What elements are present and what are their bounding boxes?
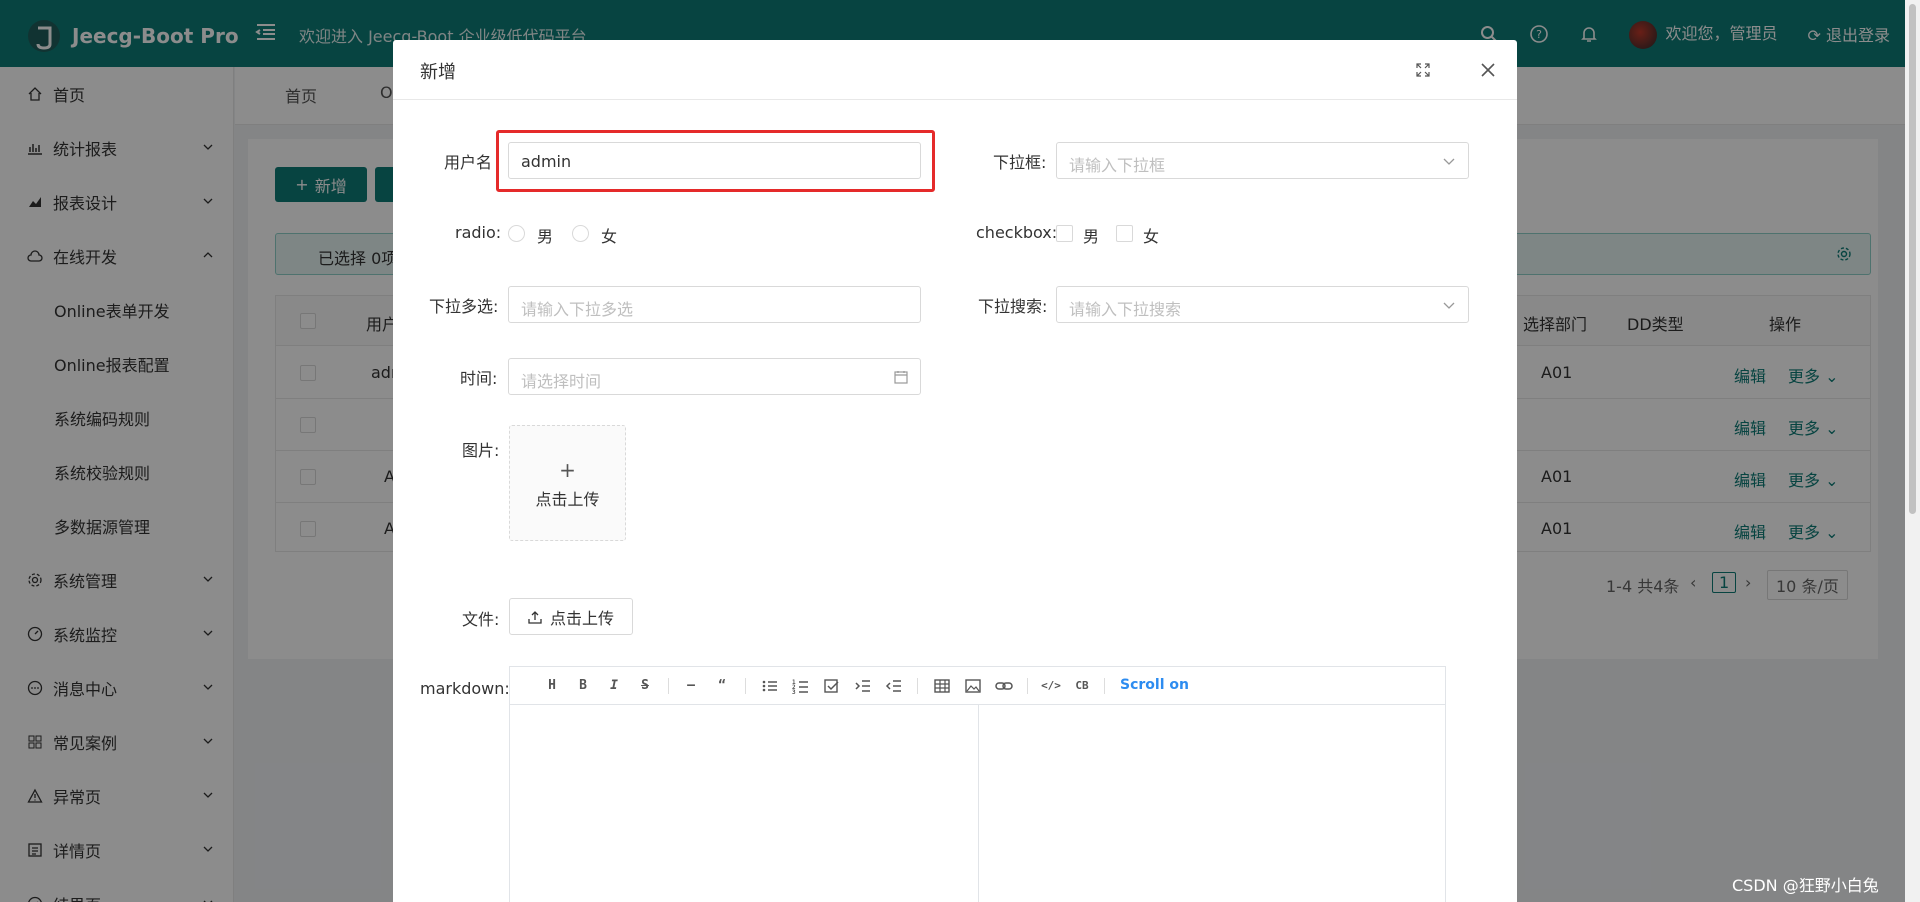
search-select-dropdown[interactable]: 请输入下拉搜索 [1056,286,1469,323]
watermark: CSDN @狂野小白兔 [1732,876,1879,895]
scroll-sync-toggle[interactable]: Scroll on [1120,677,1189,693]
checkbox-male[interactable] [1056,225,1073,242]
toolbar-divider [917,678,918,694]
modal-header: 新增 [393,40,1517,100]
radio-female-label[interactable]: 女 [601,223,617,247]
time-label: 时间: [460,369,498,388]
fullscreen-icon[interactable] [1415,62,1431,78]
markdown-toolbar: H B I S — “ 123 </> CB Scroll on [510,667,1445,705]
markdown-preview-pane [979,705,1445,902]
multi-select-input[interactable]: 请输入下拉多选 [508,286,921,323]
radio-male[interactable] [508,225,525,242]
image-uploader[interactable]: + 点击上传 [509,425,626,541]
modal-title: 新增 [420,62,456,83]
list-ol-icon[interactable]: 123 [792,677,810,695]
highlight-box [496,130,935,192]
checkbox-female-label[interactable]: 女 [1143,223,1159,247]
multi-select-label: 下拉多选: [429,297,499,316]
select-label: 下拉框: [993,153,1047,172]
markdown-label: markdown: [420,679,510,698]
search-select-placeholder: 请输入下拉搜索 [1069,300,1182,319]
file-label: 文件: [462,610,500,629]
check-list-icon[interactable] [823,677,841,695]
markdown-editor: H B I S — “ 123 </> CB Scroll on [509,666,1446,902]
toolbar-divider [1027,678,1028,694]
checkbox-female[interactable] [1116,225,1133,242]
table-icon[interactable] [933,677,951,695]
image-icon[interactable] [964,677,982,695]
time-picker[interactable]: 请选择时间 [508,358,921,395]
select-dropdown[interactable]: 请输入下拉框 [1056,142,1469,179]
close-icon[interactable] [1479,61,1497,79]
radio-female[interactable] [572,225,589,242]
search-select-label: 下拉搜索: [978,297,1048,316]
image-upload-label: 点击上传 [535,490,600,509]
upload-icon [528,610,542,624]
chevron-down-icon [1443,158,1455,165]
radio-male-label[interactable]: 男 [537,223,553,247]
quote-button[interactable]: “ [713,677,731,695]
svg-text:3: 3 [792,689,796,695]
page-scrollbar-thumb[interactable] [1909,4,1916,514]
link-icon[interactable] [995,677,1013,695]
toolbar-divider [1104,678,1105,694]
file-upload-button[interactable]: 点击上传 [509,598,633,635]
code-button[interactable]: </> [1039,677,1063,695]
toolbar-divider [668,678,669,694]
code-block-button[interactable]: CB [1071,677,1093,695]
indent-icon[interactable] [854,677,872,695]
bold-button[interactable]: B [574,677,592,695]
select-placeholder: 请输入下拉框 [1069,156,1166,175]
markdown-input-pane[interactable] [510,705,978,902]
radio-label: radio: [455,223,502,242]
username-label: 用户名 [444,153,493,172]
file-upload-label: 点击上传 [549,608,614,628]
italic-button[interactable]: I [605,677,623,695]
heading-button[interactable]: H [543,677,561,695]
checkbox-label: checkbox: [976,223,1058,242]
outdent-icon[interactable] [885,677,903,695]
chevron-down-icon [1443,302,1455,309]
toolbar-divider [745,678,746,694]
image-label: 图片: [462,441,500,460]
time-placeholder: 请选择时间 [521,372,602,391]
plus-icon: + [559,458,576,482]
checkbox-male-label[interactable]: 男 [1083,223,1099,247]
list-ul-icon[interactable] [761,677,779,695]
hr-button[interactable]: — [682,677,700,695]
strikethrough-button[interactable]: S [636,677,654,695]
calendar-icon [894,371,908,384]
